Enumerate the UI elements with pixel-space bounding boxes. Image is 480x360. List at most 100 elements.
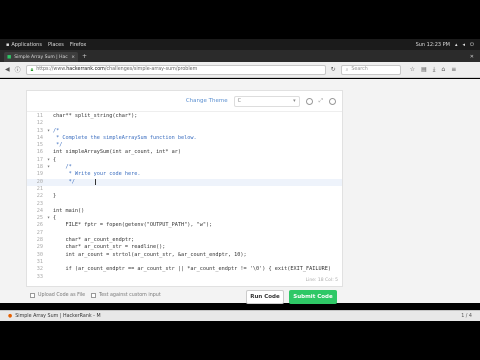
line-text: /* — [53, 127, 60, 134]
code-line[interactable]: 22} — [27, 193, 342, 200]
code-line[interactable]: 31 — [27, 259, 342, 266]
code-line[interactable]: 29 char* ar_count_str = readline(); — [27, 244, 342, 251]
code-line[interactable]: 28 char* ar_count_endptr; — [27, 237, 342, 244]
run-code-button[interactable]: Run Code — [246, 290, 284, 304]
reset-icon[interactable] — [329, 97, 336, 105]
taskbar-item-label: Simple Array Sum | HackerRank - M — [15, 313, 101, 319]
bookmark-icon[interactable]: ☆ — [410, 66, 415, 74]
line-number: 12 — [36, 120, 43, 127]
volume-icon[interactable]: ◂ — [463, 42, 466, 48]
custom-input-option[interactable]: Test against custom input — [91, 293, 161, 298]
line-text: { — [53, 156, 57, 163]
fold-marker[interactable] — [47, 274, 53, 278]
browser-tab[interactable]: ■ Simple Array Sum | Hac × — [4, 52, 78, 62]
line-number: 23 — [36, 200, 43, 207]
library-icon[interactable]: ▤ — [421, 66, 427, 74]
applications-menu[interactable]: ▪ Applications — [6, 42, 42, 48]
code-line[interactable]: 13 ▾/* — [27, 128, 342, 135]
info-icon[interactable]: ⓘ — [15, 65, 21, 74]
code-line[interactable]: 26 FILE* fptr = fopen(getenv("OUTPUT_PAT… — [27, 222, 342, 229]
system-top-bar: ▪ Applications Places Firefox Sun 12:23 P… — [0, 39, 480, 50]
line-number: 29 — [36, 244, 43, 251]
line-text: int simpleArraySum(int ar_count, int* ar… — [53, 149, 182, 156]
line-number: 13 — [36, 127, 43, 134]
line-text: { — [53, 215, 57, 222]
close-tab-icon[interactable]: × — [71, 55, 75, 60]
code-line[interactable]: 32 if (ar_count_endptr == ar_count_str |… — [27, 266, 342, 273]
custom-input-checkbox[interactable] — [91, 293, 96, 298]
new-tab-button[interactable]: + — [82, 53, 87, 60]
reload-icon[interactable]: ↻ — [331, 66, 336, 73]
line-number: 24 — [36, 207, 43, 214]
download-icon[interactable]: ⤓ — [433, 66, 436, 74]
line-number: 16 — [36, 149, 43, 156]
code-line[interactable]: 21 — [27, 186, 342, 193]
code-line[interactable]: 23 — [27, 201, 342, 208]
code-line[interactable]: 33 — [27, 274, 342, 278]
line-text: if (ar_count_endptr == ar_count_str || *… — [53, 266, 331, 273]
line-text: FILE* fptr = fopen(getenv("OUTPUT_PATH")… — [53, 222, 213, 229]
url-bar[interactable]: 🔒︎ https://www. hackerrank.com/challenges… — [25, 64, 326, 75]
lock-icon: 🔒︎ — [30, 67, 34, 73]
taskbar: ● Simple Array Sum | HackerRank - M 1 / … — [0, 310, 480, 321]
code-line[interactable]: 18 ▾ /* — [27, 164, 342, 171]
code-line[interactable]: 27 — [27, 230, 342, 237]
fold-marker[interactable] — [47, 186, 53, 193]
code-line[interactable]: 20 */ — [27, 178, 342, 186]
line-number: 30 — [36, 251, 43, 258]
url-host: hackerrank.com — [66, 67, 105, 72]
line-text: */ — [53, 142, 63, 149]
code-line[interactable]: 15 */ — [27, 142, 342, 149]
firefox-label: Firefox — [69, 41, 87, 48]
firefox-menu[interactable]: Firefox — [70, 42, 87, 48]
code-line[interactable]: 24 int main() — [27, 208, 342, 215]
upload-code-option[interactable]: Upload Code as File — [30, 293, 85, 298]
hackerrank-favicon-icon: ■ — [7, 54, 12, 60]
menu-icon[interactable]: ≡ — [451, 66, 456, 74]
network-icon[interactable]: ▴ — [455, 42, 458, 48]
line-number: 11 — [36, 113, 43, 119]
line-number: 21 — [36, 185, 43, 192]
line-text: char** split_string(char*); — [53, 113, 138, 119]
settings-icon[interactable] — [305, 97, 313, 105]
code-line[interactable]: 30 int ar_count = strtol(ar_count_str, &… — [27, 252, 342, 259]
clock[interactable]: Sun 12:23 PM — [416, 42, 450, 48]
change-theme-link[interactable]: Change Theme — [186, 98, 228, 104]
search-input[interactable]: ⌕ Search — [340, 64, 401, 75]
line-text: char* ar_count_str = readline(); — [53, 244, 166, 251]
workspace-pager[interactable]: 1 / 4 — [461, 314, 472, 319]
code-line[interactable]: 17 ▾{ — [27, 157, 342, 164]
places-menu[interactable]: Places — [48, 42, 64, 48]
submit-code-button[interactable]: Submit Code — [289, 290, 337, 304]
applications-label: Applications — [11, 41, 42, 48]
upload-checkbox[interactable] — [30, 293, 35, 298]
fold-marker[interactable] — [47, 259, 53, 266]
code-line[interactable]: 16 int simpleArraySum(int ar_count, int* … — [27, 149, 342, 156]
fold-marker[interactable] — [47, 201, 53, 208]
fold-marker[interactable] — [47, 120, 53, 127]
fullscreen-icon[interactable]: ⤢ — [319, 98, 323, 105]
code-editor[interactable]: Change Theme C ▾ ⤢ 11 char** split_string… — [26, 90, 343, 287]
cursor-position: Line: 18 Col: 5 — [305, 278, 338, 283]
power-icon[interactable]: ⏻ — [470, 42, 474, 48]
line-number: 22 — [36, 193, 43, 200]
editor-toolbar: Change Theme C ▾ ⤢ — [27, 91, 342, 112]
line-text: * Complete the simpleArraySum function b… — [53, 134, 197, 141]
taskbar-item[interactable]: ● Simple Array Sum | HackerRank - M — [8, 314, 101, 319]
custom-input-label: Test against custom input — [99, 293, 161, 298]
line-number: 25 — [36, 215, 43, 222]
language-select[interactable]: C ▾ — [233, 95, 300, 107]
code-area[interactable]: 11 char** split_string(char*); 12 13 ▾/* 14 *… — [27, 113, 342, 278]
back-icon[interactable]: ◀ — [5, 66, 10, 73]
code-line[interactable]: 19 * Write your code here. — [27, 171, 342, 178]
code-line[interactable]: 14 * Complete the simpleArraySum functio… — [27, 135, 342, 142]
code-line[interactable]: 11 char** split_string(char*); — [27, 113, 342, 120]
home-icon[interactable]: ⌂ — [441, 66, 445, 74]
apps-icon: ▪ — [6, 41, 10, 48]
line-number: 18 — [36, 164, 43, 171]
code-line[interactable]: 25 ▾{ — [27, 215, 342, 222]
code-line[interactable]: 12 — [27, 120, 342, 127]
close-window-icon[interactable]: ✕ — [470, 54, 474, 60]
firefox-icon: ● — [8, 313, 13, 319]
fold-marker[interactable] — [47, 230, 53, 237]
